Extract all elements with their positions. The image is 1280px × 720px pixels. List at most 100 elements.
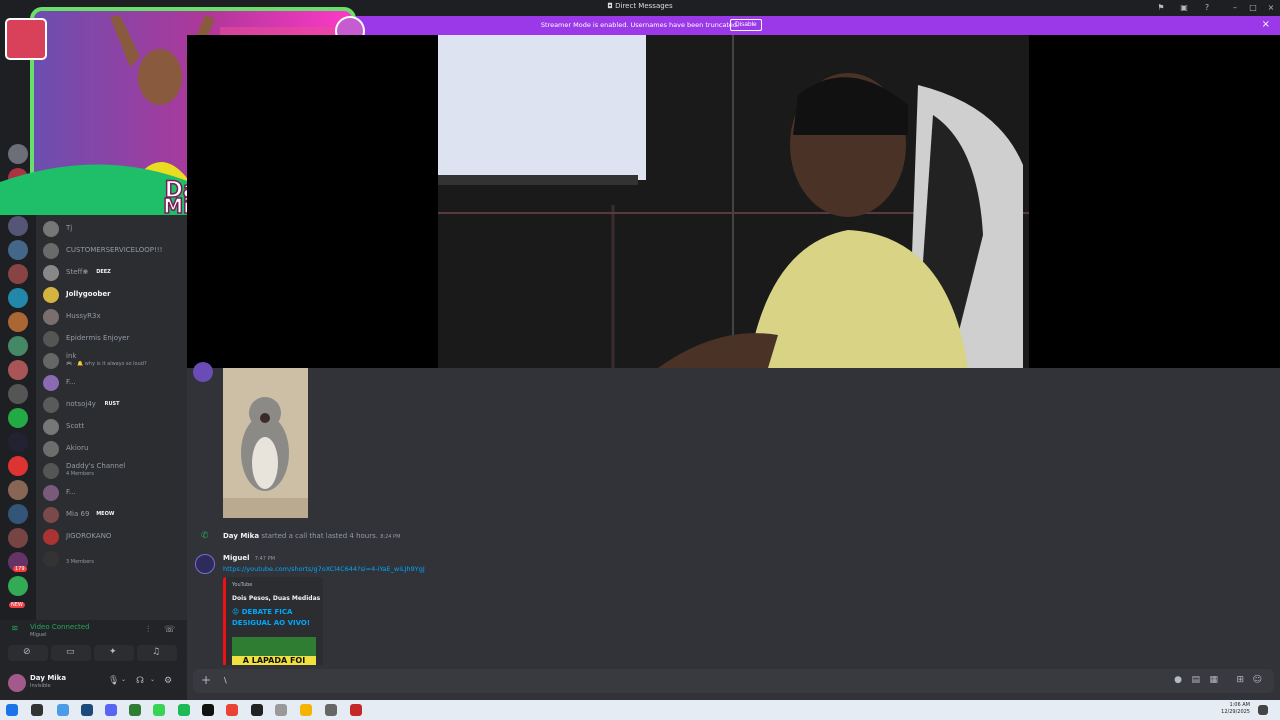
disable-streamer-mode-button[interactable]: Disable [730, 19, 762, 31]
screen-icon[interactable]: ▣ [1177, 2, 1191, 14]
dm-avatar[interactable] [43, 419, 59, 435]
user-avatar[interactable] [193, 362, 213, 382]
dm-avatar[interactable] [43, 375, 59, 391]
system-clock[interactable]: 1:06 AM 12/29/2025 [1221, 702, 1250, 716]
dm-list-item[interactable]: Daddy's Channel 4 Members [42, 461, 184, 481]
dm-list-item[interactable]: Mia 69 MEOW [42, 505, 184, 525]
dm-list-item[interactable]: Steff❀ DEEZ [42, 263, 184, 283]
dm-list-item[interactable]: Scott [42, 417, 184, 437]
settings-gear-icon[interactable]: ⚙ [164, 676, 172, 686]
dm-list-item[interactable]: notsoj4y RUST [42, 395, 184, 415]
dm-avatar[interactable] [43, 463, 59, 479]
dm-list-item[interactable]: F... [42, 483, 184, 503]
server-icon[interactable] [8, 384, 28, 404]
server-icon[interactable] [8, 264, 28, 284]
user-name[interactable]: Day Mika [30, 674, 66, 682]
help-icon[interactable]: ? [1200, 2, 1214, 14]
inbox-icon[interactable]: ⚑ [1154, 2, 1168, 14]
chrome-icon[interactable] [300, 704, 312, 716]
dm-list-item[interactable]: F... [42, 373, 184, 393]
dm-list-item[interactable]: Jollygoober [42, 285, 184, 305]
server-icon[interactable] [8, 408, 28, 428]
dm-avatar[interactable] [43, 243, 59, 259]
dm-avatar[interactable] [43, 397, 59, 413]
spotify-icon[interactable] [178, 704, 190, 716]
dm-list-item[interactable]: Tj [42, 219, 184, 239]
server-icon[interactable] [8, 504, 28, 524]
emoji-icon[interactable]: ☺ [1253, 675, 1262, 685]
server-icon[interactable] [8, 240, 28, 260]
taskbar-app-icon[interactable] [81, 704, 93, 716]
apps-icon[interactable]: ⊞ [1236, 675, 1244, 685]
dm-list-item[interactable]: HussyR3x [42, 307, 184, 327]
settings-icon[interactable] [325, 704, 337, 716]
embed-channel[interactable]: Dois Pesos, Duas Medidas [232, 595, 320, 602]
screen-share-button[interactable]: ▭ [51, 645, 91, 661]
server-icon[interactable] [8, 528, 28, 548]
message-link[interactable]: https://youtube.com/shorts/g7oXCl4C644?s… [223, 565, 425, 573]
message-input[interactable]: \ [224, 676, 227, 685]
soundboard-button[interactable]: ♫ [137, 645, 177, 661]
dm-list-item[interactable]: ink 🎮 · 🔔 why is it always so loud? [42, 351, 184, 371]
voice-channel[interactable]: Miguel [30, 632, 47, 638]
server-icon[interactable] [8, 216, 28, 236]
message-author[interactable]: Miguel [223, 554, 250, 562]
dm-avatar[interactable] [43, 221, 59, 237]
notification-icon[interactable] [1258, 705, 1268, 715]
dm-avatar[interactable] [43, 265, 59, 281]
taskbar-app-icon[interactable] [251, 704, 263, 716]
dm-avatar[interactable] [43, 507, 59, 523]
start-icon[interactable] [6, 704, 18, 716]
discord-taskbar-icon[interactable] [105, 704, 117, 716]
add-attachment-icon[interactable]: + [201, 673, 211, 687]
miguel-avatar[interactable] [195, 554, 215, 574]
dm-avatar[interactable] [43, 287, 59, 303]
minimize-button[interactable]: – [1228, 2, 1242, 14]
youtube-embed[interactable]: YouTube Dois Pesos, Duas Medidas 😡 DEBAT… [223, 577, 323, 667]
noise-suppression-icon[interactable]: ⫶ [147, 625, 149, 635]
video-tile[interactable] [438, 35, 1029, 368]
disconnect-icon[interactable]: ☏ [164, 625, 175, 635]
server-icon[interactable] [8, 456, 28, 476]
server-icon[interactable] [8, 288, 28, 308]
chrome-icon[interactable] [226, 704, 238, 716]
dm-avatar[interactable] [43, 331, 59, 347]
server-icon[interactable] [8, 336, 28, 356]
embed-thumbnail[interactable]: A LAPADA FOI [232, 637, 316, 667]
close-banner-icon[interactable]: × [1262, 19, 1270, 30]
maximize-button[interactable]: □ [1246, 2, 1260, 14]
dm-avatar[interactable] [43, 529, 59, 545]
video-stage[interactable] [187, 35, 1280, 368]
dm-avatar[interactable] [43, 551, 59, 567]
server-icon[interactable] [8, 360, 28, 380]
taskbar-app-icon[interactable] [275, 704, 287, 716]
user-avatar[interactable] [8, 674, 26, 692]
sticker-icon[interactable]: ▦ [1209, 675, 1218, 685]
gift-icon[interactable]: ● [1174, 675, 1182, 685]
headphones-icon[interactable]: ☊ [136, 676, 144, 686]
embed-title[interactable]: 😡 DEBATE FICA DESIGUAL AO VIVO! [232, 607, 317, 629]
voice-status[interactable]: Video Connected [30, 623, 90, 631]
taskbar-app-icon[interactable] [153, 704, 165, 716]
dm-avatar[interactable] [43, 309, 59, 325]
dm-avatar[interactable] [43, 441, 59, 457]
taskbar-app-icon[interactable] [31, 704, 43, 716]
call-author[interactable]: Day Mika [223, 532, 259, 540]
taskbar-app-icon[interactable] [350, 704, 362, 716]
taskbar-app-icon[interactable] [202, 704, 214, 716]
taskbar-app-icon[interactable] [57, 704, 69, 716]
dm-avatar[interactable] [43, 485, 59, 501]
server-icon[interactable] [8, 576, 28, 596]
dm-list-item[interactable]: JIGOROKANO [42, 527, 184, 547]
gif-icon[interactable]: ▤ [1191, 675, 1200, 685]
dm-avatar[interactable] [43, 353, 59, 369]
server-icon[interactable] [8, 312, 28, 332]
taskbar-app-icon[interactable] [129, 704, 141, 716]
chevron-down-icon[interactable]: ⌄ [150, 676, 155, 683]
microphone-icon[interactable]: 🎙︎ [108, 676, 119, 686]
cat-image[interactable] [223, 368, 308, 518]
server-icon[interactable] [8, 432, 28, 452]
chat-area[interactable]: ✆ Day Mika started a call that lasted 4 … [187, 362, 1280, 667]
dm-list-item[interactable]: 3 Members [42, 549, 184, 569]
dm-list-item[interactable]: Epidermis Enjoyer [42, 329, 184, 349]
